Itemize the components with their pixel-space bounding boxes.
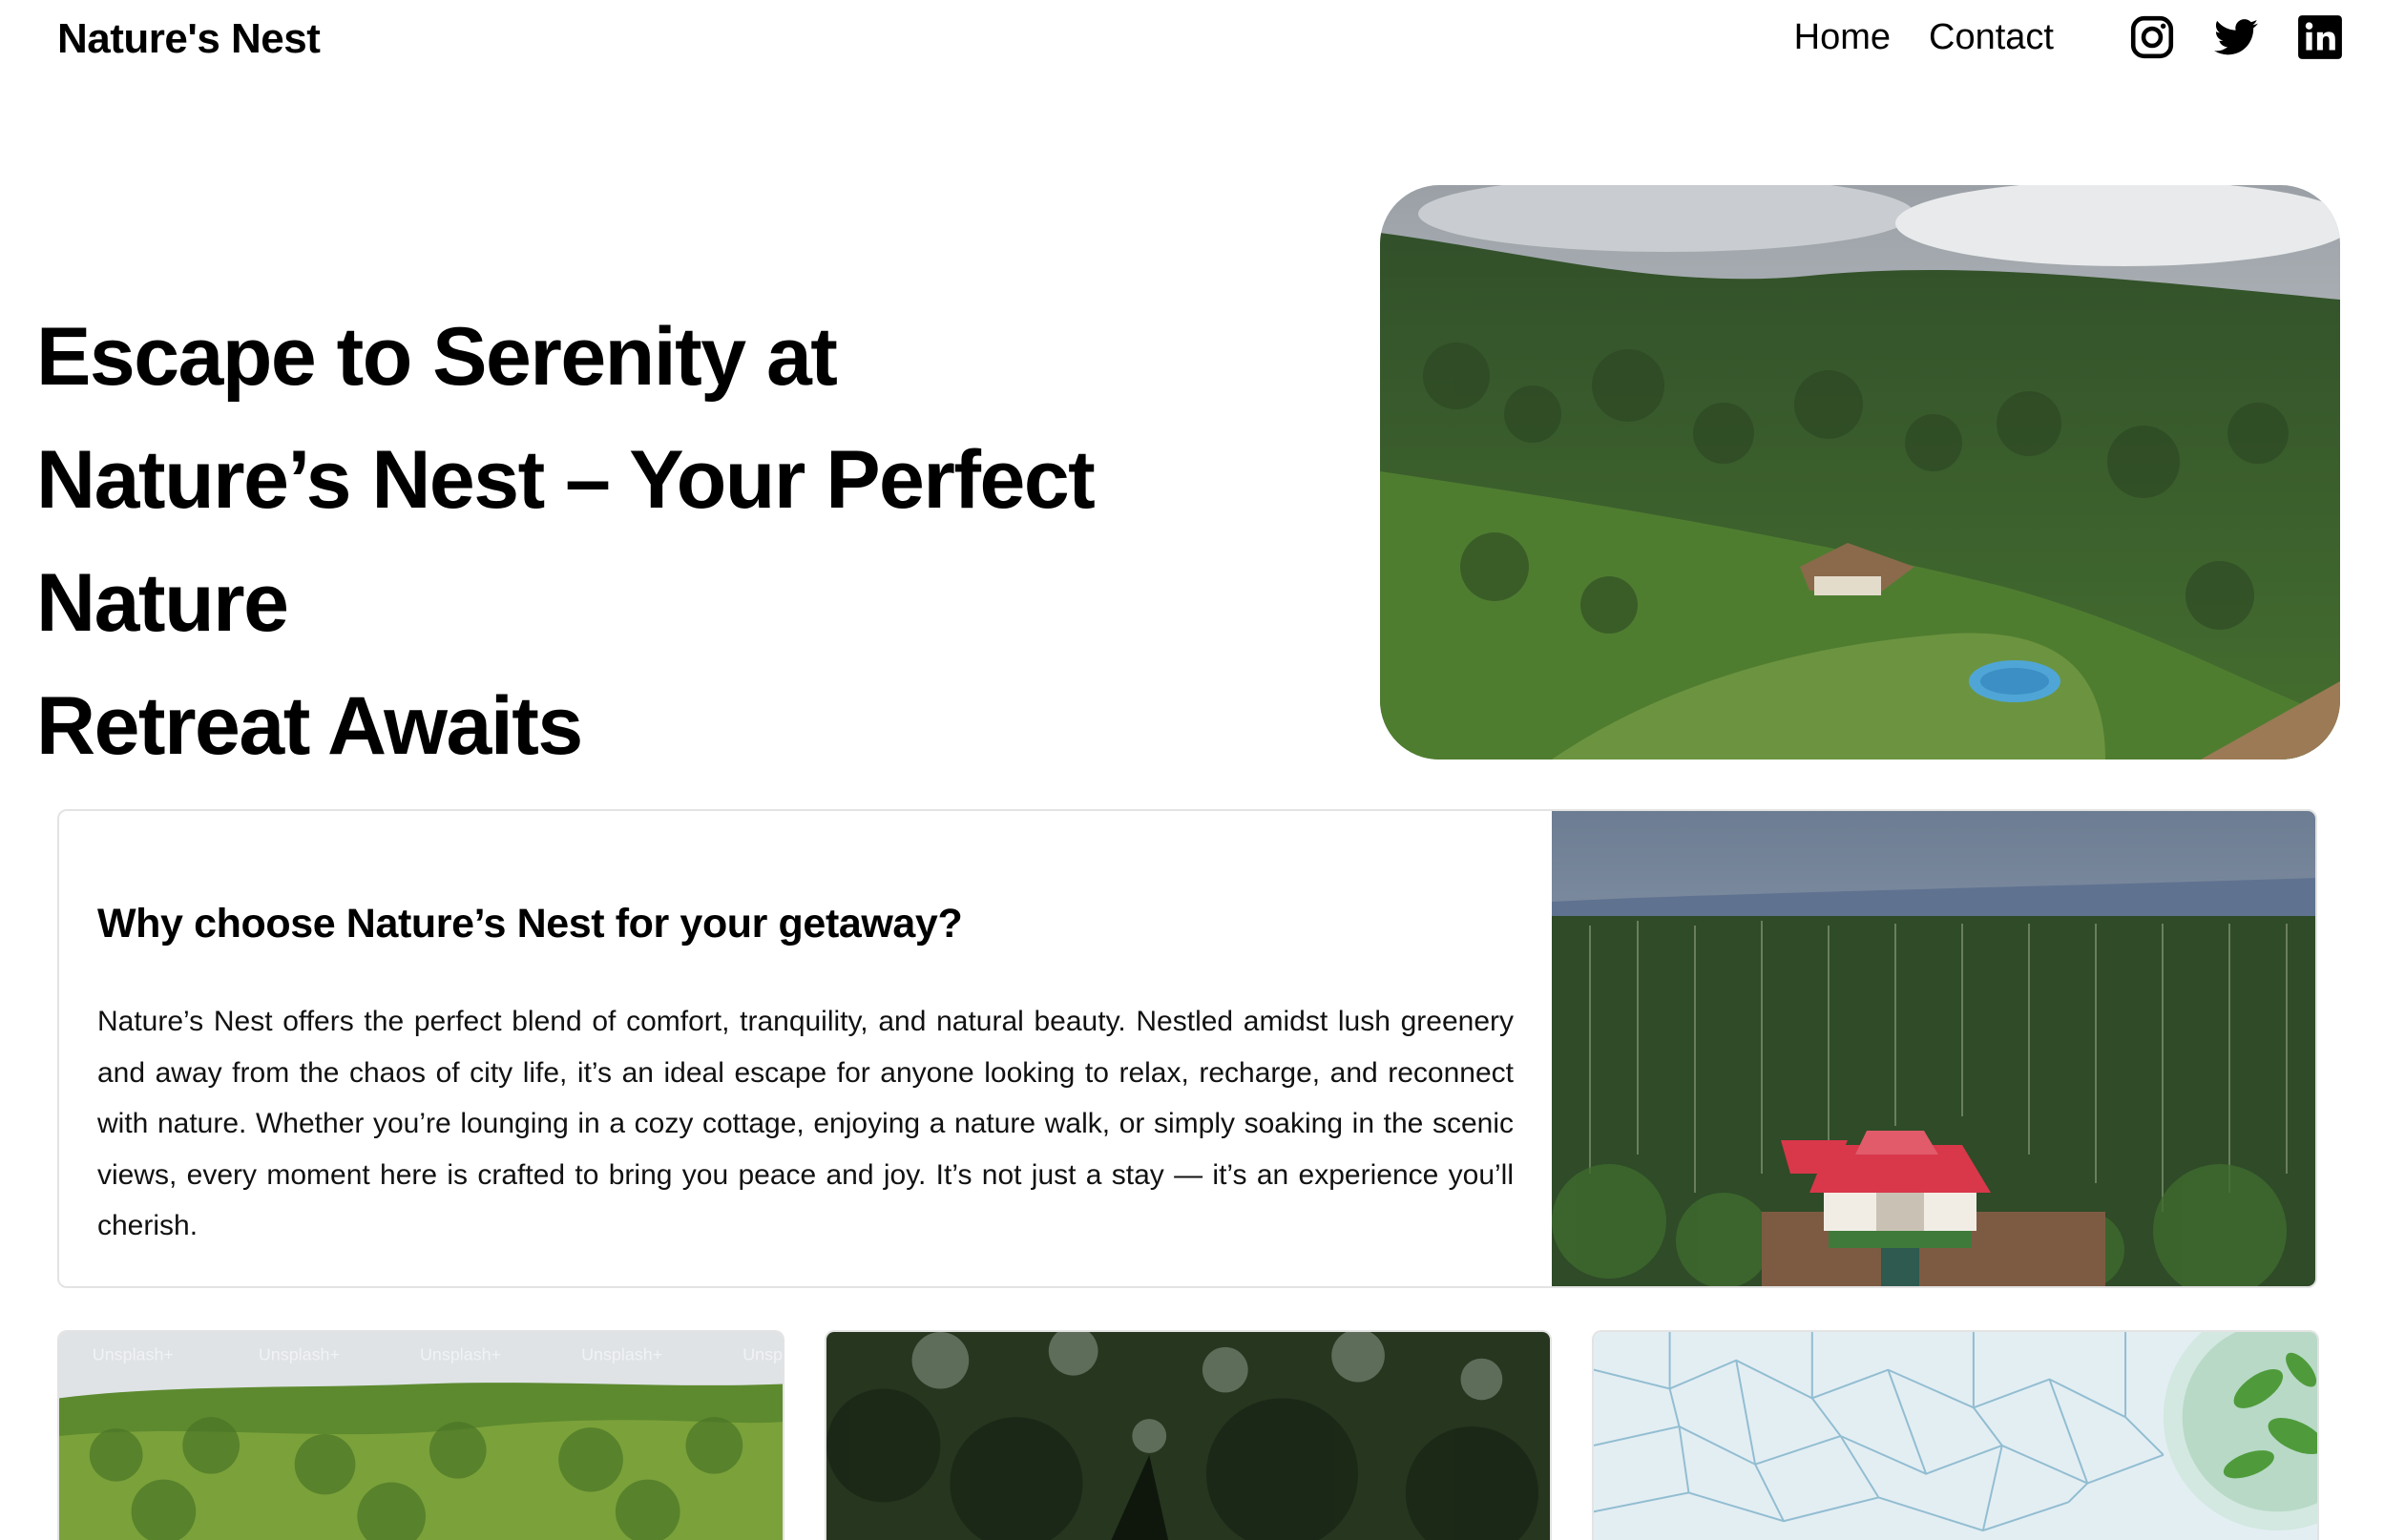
watermark-text: Unsplash+ [742, 1345, 783, 1364]
card-title: Why choose Nature’s Nest for your getawa… [97, 901, 963, 947]
hero-title-line-1: Escape to Serenity at [36, 311, 838, 403]
gallery-image-green-hills[interactable]: Unsplash+ Unsplash+ Unsplash+ Unsplash+ … [57, 1330, 784, 1540]
linkedin-icon[interactable] [2296, 13, 2344, 61]
watermark-text: Unsplash+ [581, 1345, 662, 1364]
gallery-image-cracked-ice-mint[interactable] [1592, 1330, 2319, 1540]
watermark-text: Unsplash+ [259, 1345, 340, 1364]
card-body: Nature’s Nest offers the perfect blend o… [97, 1006, 1514, 1241]
gallery-image-tree-canopy[interactable] [825, 1330, 1552, 1540]
why-choose-card: Why choose Nature’s Nest for your getawa… [57, 809, 2317, 1288]
main-nav: Home Contact [1794, 11, 2344, 63]
watermark-text: Unsplash+ [420, 1345, 501, 1364]
instagram-icon[interactable] [2128, 13, 2176, 61]
hero-image-forest-resort [1380, 185, 2340, 760]
nav-contact-link[interactable]: Contact [1929, 11, 2054, 63]
site-header: Nature's Nest Home Contact [0, 0, 2384, 86]
card-image-red-roof-house [1552, 811, 2315, 1286]
hero-title: Escape to Serenity at Nature’s Nest – Yo… [36, 296, 1353, 788]
watermark-text: Unsplash+ [93, 1345, 174, 1364]
twitter-icon[interactable] [2212, 13, 2260, 61]
brand-logo[interactable]: Nature's Nest [57, 15, 321, 63]
hero-title-line-2: Nature’s Nest – Your Perfect Nature [36, 434, 1096, 649]
nav-home-link[interactable]: Home [1794, 11, 1891, 63]
hero-title-line-3: Retreat Awaits [36, 680, 583, 772]
